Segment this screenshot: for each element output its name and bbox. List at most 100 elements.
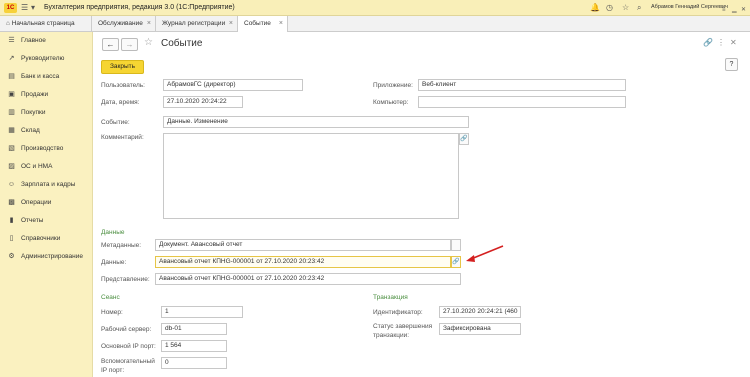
sidebar-item-admin[interactable]: ⚙ Администрирование	[0, 248, 93, 265]
sidebar-item-label: Зарплата и кадры	[21, 181, 76, 188]
arrow-right-icon: →	[125, 40, 134, 49]
menu-icon: ☰	[8, 37, 15, 44]
form-area: ← → ☆ Событие 🔗 ⋮ ✕ Закрыть ? Пользовате…	[93, 32, 750, 377]
link-icon[interactable]: 🔗	[703, 38, 713, 47]
sidebar-item-catalogs[interactable]: ▯ Справочники	[0, 230, 93, 247]
representation-field[interactable]: Авансовый отчет КПHG-000001 от 27.10.202…	[155, 273, 461, 285]
number-field[interactable]: 1	[161, 306, 243, 318]
more-icon[interactable]: ≡	[722, 5, 726, 15]
sidebar-item-label: Руководителю	[21, 55, 65, 62]
page-title: Событие	[161, 38, 203, 49]
sidebar-item-label: Продажи	[21, 91, 49, 98]
annotation-arrow-icon	[466, 245, 504, 262]
people-icon: ☺	[7, 181, 16, 188]
application-label: Приложение:	[373, 82, 413, 89]
transaction-section-title: Транзакция	[373, 294, 408, 301]
bank-icon: ▤	[8, 73, 15, 80]
sidebar-item-salary[interactable]: ☺ Зарплата и кадры	[0, 176, 93, 193]
cart-icon: ▣	[8, 91, 15, 98]
datetime-label: Дата, время:	[101, 99, 140, 106]
tab-home[interactable]: ⌂ Начальная страница	[0, 16, 92, 32]
sidebar-item-purchases[interactable]: ▥ Покупки	[0, 104, 93, 121]
user-label: Пользователь:	[101, 82, 145, 89]
metadata-label: Метаданные:	[101, 242, 142, 249]
event-label: Событие:	[101, 119, 130, 126]
hamburger-menu-icon[interactable]: ☰	[21, 3, 28, 13]
aux-port-label: Вспомогательный IP порт:	[101, 358, 155, 374]
sidebar-item-bank[interactable]: ▤ Банк и касса	[0, 68, 93, 85]
data-field[interactable]: Авансовый отчет КПHG-000001 от 27.10.202…	[155, 256, 451, 268]
more-actions-icon[interactable]: ⋮	[717, 38, 725, 47]
tx-status-field[interactable]: Зафиксирована	[439, 323, 521, 335]
identifier-label: Идентификатор:	[373, 309, 423, 316]
dropdown-menu-icon[interactable]: ▾	[31, 3, 35, 13]
server-label: Рабочий сервер:	[101, 326, 152, 333]
sidebar-item-sales[interactable]: ▣ Продажи	[0, 86, 93, 103]
event-field[interactable]: Данные. Изменение	[163, 116, 469, 128]
sidebar-item-manager[interactable]: ↗ Руководителю	[0, 50, 93, 67]
sidebar-item-reports[interactable]: ▮ Отчеты	[0, 212, 93, 229]
app-title: Бухгалтерия предприятия, редакция 3.0 (1…	[44, 4, 235, 11]
search-icon[interactable]: ⌕	[637, 3, 641, 13]
comment-textarea[interactable]	[163, 133, 459, 219]
sidebar-item-label: Операции	[21, 199, 52, 206]
back-button[interactable]: ←	[102, 38, 119, 51]
report-icon: ▮	[9, 217, 14, 224]
port-field[interactable]: 1 564	[161, 340, 227, 352]
book-icon: ▯	[9, 235, 14, 242]
user-field[interactable]: АбрамовГС (директор)	[163, 79, 303, 91]
representation-label: Представление:	[101, 276, 150, 283]
favorite-star-icon[interactable]: ☆	[622, 3, 629, 13]
close-tab-icon[interactable]: ×	[147, 16, 151, 32]
close-tab-icon[interactable]: ×	[229, 16, 233, 32]
aux-port-field[interactable]: 0	[161, 357, 227, 369]
favorite-star-icon[interactable]: ☆	[144, 37, 153, 48]
metadata-select-button[interactable]	[451, 239, 461, 251]
number-label: Номер:	[101, 309, 123, 316]
history-icon[interactable]: ◷	[606, 3, 613, 13]
tx-status-label: Статус завершения транзакции:	[373, 323, 433, 339]
session-section-title: Сеанс	[101, 294, 120, 301]
app-logo: 1С	[4, 3, 17, 13]
data-section-title: Данные	[101, 229, 125, 236]
server-field[interactable]: db-01	[161, 323, 227, 335]
sidebar: ☰ Главное ↗ Руководителю ▤ Банк и касса ▣ Пр…	[0, 32, 93, 377]
tab-label: Начальная страница	[11, 20, 75, 27]
gear-icon: ⚙	[8, 253, 15, 260]
warehouse-icon: ▦	[8, 127, 15, 134]
identifier-field[interactable]: 27.10.2020 20:24:21 (460	[439, 306, 521, 318]
tab-maintenance[interactable]: Обслуживание ×	[92, 16, 156, 32]
tab-label: Журнал регистрации	[162, 20, 226, 27]
title-bar: 1С ☰ ▾ Бухгалтерия предприятия, редакция…	[0, 0, 750, 16]
datetime-field[interactable]: 27.10.2020 20:24:22	[163, 96, 243, 108]
help-button[interactable]: ?	[725, 58, 738, 71]
tab-label: Событие	[244, 20, 271, 27]
sidebar-item-assets[interactable]: ▨ ОС и НМА	[0, 158, 93, 175]
tab-event[interactable]: Событие ×	[238, 16, 288, 33]
arrow-left-icon: ←	[106, 40, 115, 49]
minimize-icon[interactable]: ▁	[732, 5, 737, 15]
building-icon: ▨	[8, 163, 15, 170]
sidebar-item-main[interactable]: ☰ Главное	[0, 32, 93, 49]
close-button[interactable]: Закрыть	[101, 60, 144, 74]
sidebar-item-label: ОС и НМА	[21, 163, 53, 170]
chart-icon: ↗	[8, 55, 15, 62]
close-window-icon[interactable]: ✕	[741, 5, 746, 15]
open-data-button[interactable]: 🔗	[451, 256, 461, 268]
sidebar-item-warehouse[interactable]: ▦ Склад	[0, 122, 93, 139]
open-link-button[interactable]: 🔗	[459, 133, 469, 145]
sidebar-item-operations[interactable]: ▩ Операции	[0, 194, 93, 211]
forward-button[interactable]: →	[121, 38, 138, 51]
tab-event-log[interactable]: Журнал регистрации ×	[156, 16, 238, 32]
sidebar-item-label: Покупки	[21, 109, 46, 116]
tab-bar: ⌂ Начальная страница Обслуживание × Журна…	[0, 16, 750, 33]
close-tab-icon[interactable]: ×	[279, 16, 283, 32]
computer-field[interactable]	[418, 96, 626, 108]
close-form-icon[interactable]: ✕	[730, 38, 737, 47]
metadata-field[interactable]: Документ. Авансовый отчет	[155, 239, 451, 251]
application-field[interactable]: Веб-клиент	[418, 79, 626, 91]
user-name[interactable]: Абрамов Геннадий Сергеевич	[651, 4, 728, 10]
sidebar-item-production[interactable]: ▧ Производство	[0, 140, 93, 157]
port-label: Основной IP порт:	[101, 343, 156, 350]
bell-icon[interactable]: 🔔	[590, 3, 600, 13]
